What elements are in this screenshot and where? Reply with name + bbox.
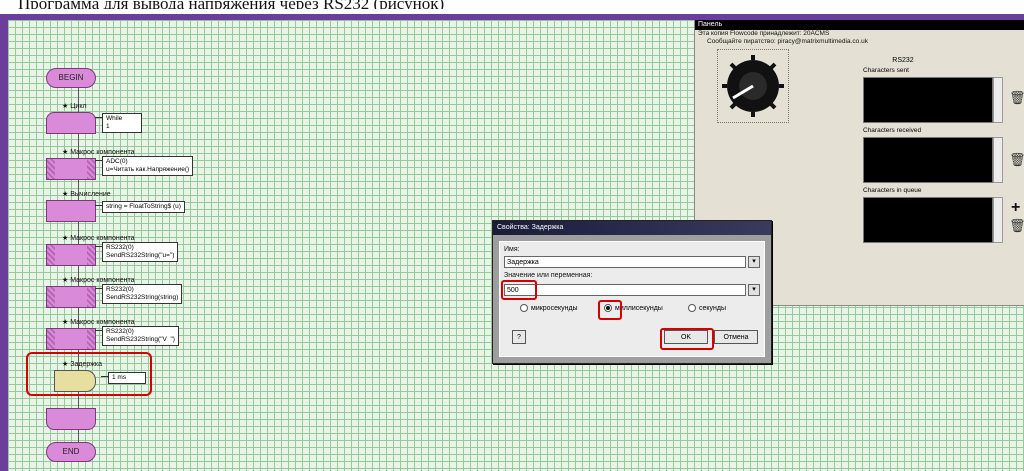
delay-label: ★ Задержка (62, 361, 103, 368)
delay-properties-dialog: Свойства: Задержка Имя: Задержка ▾ Значе… (492, 220, 772, 364)
trash-icon[interactable]: 🗑 (1009, 91, 1024, 105)
trash-icon[interactable]: 🗑 (1009, 153, 1024, 167)
block-label: ★ Макрос компонента (62, 235, 135, 242)
unit-label: секунды (699, 304, 727, 312)
plus-icon[interactable]: + (1011, 200, 1020, 216)
dialog-title: Свойства: Задержка (493, 221, 771, 235)
block-label: ★ Макрос компонента (62, 277, 135, 284)
block-label-text: Макрос компонента (70, 277, 135, 284)
trash-icon[interactable]: 🗑 (1009, 219, 1024, 233)
unit-label: микросекунды (531, 304, 578, 312)
macro-callout-adc: ADC(0) u=Читать как.Напряжение() (94, 156, 194, 176)
radio-highlight (598, 300, 622, 320)
dialog-body: Имя: Задержка ▾ Значение или переменная:… (499, 241, 765, 357)
loop-end-block[interactable] (46, 408, 96, 430)
characters-queue-box[interactable] (863, 197, 993, 243)
received-scrollbar[interactable] (993, 137, 1003, 183)
characters-sent-box[interactable] (863, 77, 993, 123)
block-label: ★ Вычисление (62, 191, 111, 198)
macro-callout-rs232-string: RS232(0) SendRS232String(string) (94, 284, 183, 304)
ok-highlight (660, 328, 714, 350)
cancel-button[interactable]: Отмена (714, 330, 758, 344)
radio-icon (688, 304, 696, 312)
queue-scrollbar[interactable] (993, 197, 1003, 243)
flowchart-canvas[interactable]: BEGIN ★ Цикл While 1 ★ Макрос компонента… (8, 20, 1024, 471)
block-label-text: Макрос компонента (70, 235, 135, 242)
loop-callout: While 1 (95, 113, 142, 133)
knob-icon[interactable] (718, 50, 788, 122)
sent-label: Characters sent (863, 67, 909, 74)
macro-block-rs232-string[interactable] (46, 286, 96, 308)
sent-scrollbar[interactable] (993, 77, 1003, 123)
unit-radio-micro[interactable]: микросекунды (520, 304, 578, 312)
value-highlight (501, 280, 537, 300)
delay-label-text: Задержка (70, 361, 103, 368)
name-dropdown-chevron-down-icon[interactable]: ▾ (748, 256, 760, 268)
begin-terminal[interactable]: BEGIN (46, 68, 96, 88)
delay-callout: 1 ms (101, 372, 146, 384)
copy-note: Эта копия Flowcode принадлежит: 20ACMS (698, 30, 830, 37)
name-label: Имя: (504, 246, 520, 253)
unit-radio-seconds[interactable]: секунды (688, 304, 726, 312)
value-label: Значение или переменная: (504, 272, 593, 279)
name-input[interactable]: Задержка (504, 256, 746, 268)
queue-label: Characters in queue (863, 187, 922, 194)
flow-connector (78, 80, 79, 454)
loop-label-text: Цикл (70, 103, 87, 110)
piracy-note: Сообщайте пиратство: piracy@matrixmultim… (707, 38, 868, 45)
help-button[interactable]: ? (512, 330, 526, 344)
loop-label: ★ Цикл (62, 103, 87, 110)
macro-callout-rs232-u: RS232(0) SendRS232String("u=") (94, 242, 179, 262)
cropped-caption-text: Программа для вывода напряжения через RS… (0, 0, 1024, 9)
macro-callout-rs232-v: RS232(0) SendRS232String("V ") (95, 326, 179, 346)
rs232-title: RS232 (892, 57, 914, 64)
received-label: Characters received (863, 127, 922, 134)
macro-block-rs232-v[interactable] (46, 328, 96, 350)
macro-block-rs232-u[interactable] (46, 244, 96, 266)
flowcode-workspace: BEGIN ★ Цикл While 1 ★ Макрос компонента… (0, 14, 1024, 471)
value-dropdown-chevron-down-icon[interactable]: ▾ (748, 284, 760, 296)
end-terminal[interactable]: END (46, 442, 96, 462)
panel-title: Панель (695, 20, 1024, 30)
value-input[interactable]: 500 (504, 284, 746, 296)
block-label-text: Макрос компонента (70, 319, 135, 326)
block-label: ★ Макрос компонента (62, 149, 135, 156)
unit-label: миллисекунды (615, 304, 663, 312)
radio-icon (520, 304, 528, 312)
adc-knob-area (717, 49, 789, 123)
block-label-text: Макрос компонента (70, 149, 135, 156)
block-label-text: Вычисление (70, 191, 111, 198)
calculation-callout: string = FloatToString$ (u) (95, 201, 185, 213)
characters-received-box[interactable] (863, 137, 993, 183)
calculation-block[interactable] (46, 200, 96, 222)
loop-block[interactable] (46, 112, 96, 134)
macro-block-adc[interactable] (46, 158, 96, 180)
delay-block[interactable] (54, 370, 96, 392)
block-label: ★ Макрос компонента (62, 319, 135, 326)
